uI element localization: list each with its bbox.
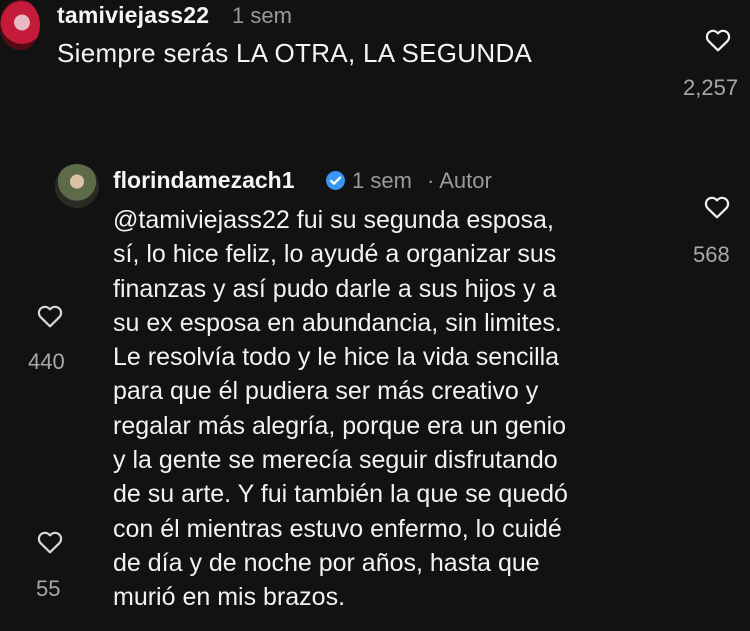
reply-text-line: su ex esposa en abundancia, sin limites.: [113, 308, 562, 337]
reply-text-line: sí, lo hice feliz, lo ayudé a organizar …: [113, 240, 557, 269]
heart-icon[interactable]: [704, 195, 730, 219]
avatar[interactable]: [0, 0, 40, 50]
comment-timestamp: 1 sem: [232, 3, 292, 28]
reply-text-line: regalar más alegría, porque era un genio: [113, 411, 567, 440]
author-tag: · Autor: [427, 168, 492, 193]
like-count: 2,257: [683, 75, 739, 100]
reply-text-line: finanzas y así pudo darle a sus hijos y …: [113, 274, 557, 303]
verified-badge-icon: [325, 170, 346, 191]
reply-text-line: murió en mis brazos.: [113, 583, 346, 612]
reply-text-line: de día y de noche por años, hasta que: [113, 548, 540, 577]
reply-text-line: Le resolvía todo y le hice la vida senci…: [113, 343, 560, 372]
reply-text-line: para que él pudiera ser más creativo y: [113, 377, 539, 406]
like-count: 55: [36, 576, 61, 601]
reply-timestamp: 1 sem: [352, 168, 412, 193]
reply-text-line: con él mientras estuvo enfermo, lo cuidé: [113, 514, 562, 543]
like-count: 568: [693, 242, 730, 267]
heart-icon[interactable]: [37, 530, 63, 554]
like-count: 440: [28, 349, 65, 374]
reply-text-line: @tamiviejass22 fui su segunda esposa,: [113, 206, 554, 234]
heart-icon[interactable]: [705, 28, 731, 52]
comment-username[interactable]: tamiviejass22: [57, 2, 209, 29]
reply-text: @tamiviejass22 fui su segunda esposa, sí…: [113, 203, 683, 615]
reply-text-line: de su arte. Y fui también la que se qued…: [113, 480, 568, 509]
reply-username[interactable]: florindamezach1: [113, 167, 295, 194]
heart-icon[interactable]: [37, 304, 63, 328]
reply-avatar[interactable]: [55, 164, 99, 208]
reply-text-line: y la gente se merecía seguir disfrutando: [113, 446, 558, 475]
comment-text: Siempre serás LA OTRA, LA SEGUNDA: [57, 38, 533, 68]
